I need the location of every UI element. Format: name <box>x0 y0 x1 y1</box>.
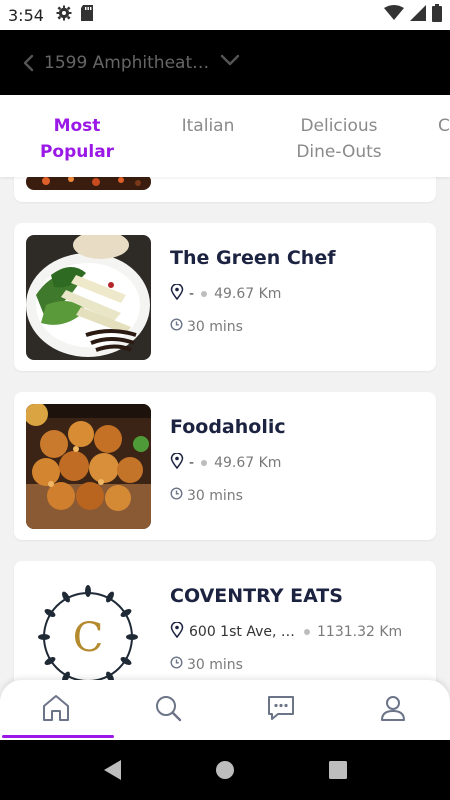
restaurant-distance: 49.67 Km <box>214 455 282 471</box>
profile-icon <box>379 694 407 727</box>
status-bar: 3:54 <box>0 0 450 30</box>
tab-next[interactable]: C <box>438 113 450 139</box>
restaurant-card-partial[interactable] <box>14 177 436 202</box>
system-nav-bar <box>0 740 450 800</box>
bottom-nav <box>0 680 450 740</box>
home-circle-icon[interactable] <box>213 758 237 782</box>
restaurant-location-row: - 49.67 Km <box>170 283 282 304</box>
tab-delicious-dine-outs[interactable]: Delicious Dine-Outs <box>276 113 402 165</box>
clock-icon <box>170 656 183 673</box>
delivery-time: 30 mins <box>187 487 243 504</box>
restaurant-distance: 1131.32 Km <box>317 624 403 640</box>
active-tab-indicator <box>2 735 114 738</box>
status-time: 3:54 <box>8 5 44 25</box>
search-icon <box>154 694 182 727</box>
restaurant-logo: C <box>26 573 151 682</box>
restaurant-time-row: 30 mins <box>170 656 243 673</box>
restaurant-image <box>26 404 151 529</box>
category-tabs: Most Popular Italian Delicious Dine-Outs… <box>0 95 450 177</box>
header-location[interactable]: 1599 Amphitheatre... <box>44 53 214 73</box>
restaurant-name: COVENTRY EATS <box>170 585 343 607</box>
restaurant-time-row: 30 mins <box>170 487 243 504</box>
app-header: 1599 Amphitheatre... <box>0 30 450 95</box>
nav-profile[interactable] <box>337 680 449 740</box>
nav-search[interactable] <box>112 680 224 740</box>
restaurant-address: 600 1st Ave, S... <box>189 624 297 640</box>
restaurant-name: Foodaholic <box>170 416 286 438</box>
separator-dot <box>304 629 310 635</box>
home-icon <box>41 694 71 727</box>
battery-icon <box>432 3 442 27</box>
signal-icon <box>410 4 426 26</box>
location-pin-icon <box>170 452 184 473</box>
restaurant-location-row: 600 1st Ave, S... 1131.32 Km <box>170 621 403 642</box>
location-pin-icon <box>170 621 184 642</box>
clock-icon <box>170 487 183 504</box>
delivery-time: 30 mins <box>187 656 243 673</box>
restaurant-address: - <box>189 286 195 302</box>
separator-dot <box>201 291 208 297</box>
nav-chat[interactable] <box>225 680 337 740</box>
wifi-icon <box>384 4 404 26</box>
back-triangle-icon[interactable] <box>100 758 124 782</box>
nav-home[interactable] <box>0 680 112 740</box>
gear-icon <box>56 5 72 26</box>
back-arrow-icon[interactable] <box>18 53 38 73</box>
restaurant-time-row: 30 mins <box>170 318 243 335</box>
location-pin-icon <box>170 283 184 304</box>
clock-icon <box>170 318 183 335</box>
restaurant-list: The Green Chef - 49.67 Km 30 mins Foodah… <box>0 177 450 682</box>
tab-most-popular[interactable]: Most Popular <box>18 113 136 165</box>
chat-icon <box>266 694 296 727</box>
logo-letter: C <box>73 615 104 661</box>
tab-italian[interactable]: Italian <box>168 113 248 139</box>
chevron-down-icon[interactable] <box>220 53 240 72</box>
restaurant-card[interactable]: C COVENTRY EATS 600 1st Ave, S... 1131.3… <box>14 561 436 682</box>
restaurant-card[interactable]: Foodaholic - 49.67 Km 30 mins <box>14 392 436 540</box>
delivery-time: 30 mins <box>187 318 243 335</box>
restaurant-location-row: - 49.67 Km <box>170 452 282 473</box>
restaurant-image <box>26 177 151 190</box>
restaurant-card[interactable]: The Green Chef - 49.67 Km 30 mins <box>14 223 436 371</box>
sd-card-icon <box>80 4 94 26</box>
recents-square-icon[interactable] <box>326 758 350 782</box>
restaurant-distance: 49.67 Km <box>214 286 282 302</box>
restaurant-address: - <box>189 455 195 471</box>
restaurant-image <box>26 235 151 360</box>
restaurant-name: The Green Chef <box>170 247 336 269</box>
separator-dot <box>201 460 208 466</box>
